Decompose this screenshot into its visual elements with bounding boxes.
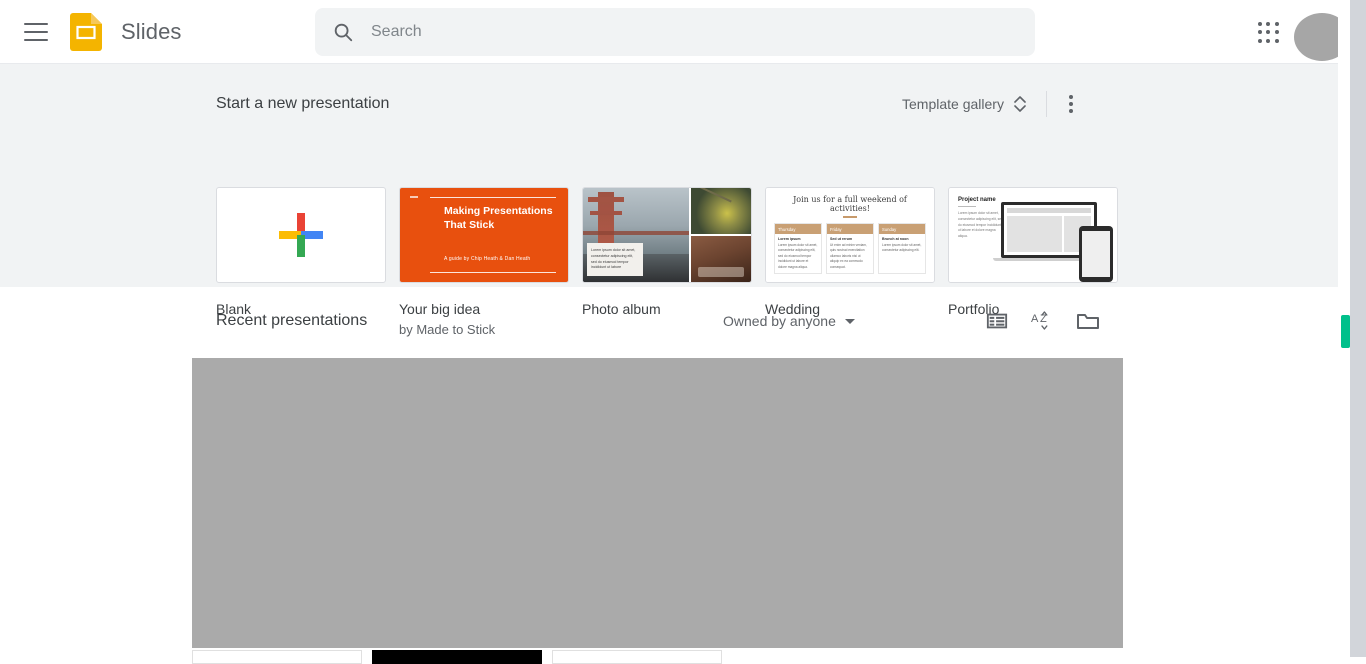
column-body: Lorem ipsum dolor sit amet, consectetur … [778, 243, 818, 269]
template-thumbnail[interactable]: Making Presentations That Stick A guide … [399, 187, 569, 283]
bridge-deck [583, 231, 689, 236]
templates-header: Start a new presentation Template galler… [216, 84, 1354, 124]
schedule-columns: Thursday Lorem ipsum Lorem ipsum dolor s… [774, 223, 926, 275]
interior-photo [690, 236, 751, 282]
photo-caption: Lorem ipsum dolor sit amet, consectetur … [587, 243, 643, 276]
template-thumbnail[interactable] [216, 187, 386, 283]
slide-body: Lorem ipsum dolor sit amet, consectetur … [958, 211, 1003, 239]
template-gallery-label: Template gallery [902, 96, 1004, 112]
photo-album-slide-preview: Lorem ipsum dolor sit amet, consectetur … [583, 188, 751, 282]
template-thumbnail[interactable]: Join us for a full weekend of activities… [765, 187, 935, 283]
scrollbar-thumb[interactable] [1341, 315, 1350, 348]
recent-view-controls: A Z [986, 309, 1100, 333]
svg-text:A: A [1031, 313, 1039, 325]
template-gallery-button[interactable]: Template gallery [902, 96, 1026, 112]
recent-presentations-grid [192, 358, 1123, 648]
phone-mockup [1079, 226, 1113, 282]
schedule-column: Thursday Lorem ipsum Lorem ipsum dolor s… [774, 223, 822, 275]
section-title: Recent presentations [216, 312, 368, 329]
schedule-column: Sunday Brunch at noon Lorem ipsum dolor … [878, 223, 926, 275]
google-apps-grid-icon[interactable] [1256, 20, 1282, 46]
hamburger-menu-icon[interactable] [24, 22, 48, 41]
column-body: Lorem ipsum dolor sit amet, consectetur … [882, 243, 922, 253]
templates-actions: Template gallery [902, 87, 1081, 121]
slide-rule-top [430, 197, 556, 198]
portfolio-slide-preview: Project name Lorem ipsum dolor sit amet,… [949, 188, 1117, 282]
next-row-cards [192, 650, 722, 664]
scrollbar-track[interactable] [1350, 0, 1366, 657]
column-day: Sunday [879, 224, 925, 234]
slide-rule-bottom [430, 272, 556, 273]
slide-dash-mark [410, 196, 418, 198]
title-rule [958, 206, 976, 207]
presentation-thumbnail-placeholder[interactable] [192, 358, 1123, 648]
leaves-photo [690, 188, 751, 234]
page-title: Start a new presentation [216, 95, 390, 112]
app-header: Slides [0, 0, 1354, 64]
slide-credit: A guide by Chip Heath & Dan Heath [444, 256, 531, 262]
slide-title: Making Presentations That Stick [444, 205, 553, 232]
brand-home-link[interactable]: Slides [70, 12, 182, 51]
column-body: Ut enim ad minim veniam, quis nostrud ex… [830, 243, 867, 269]
slide-title: Join us for a full weekend of activities… [793, 195, 907, 213]
open-folder-icon[interactable] [1076, 310, 1100, 332]
owner-filter-dropdown[interactable]: Owned by anyone [723, 313, 855, 329]
column-day: Thursday [775, 224, 821, 234]
more-vert-icon[interactable] [1061, 87, 1081, 121]
column-heading: Brunch at noon [882, 237, 909, 241]
column-day: Friday [827, 224, 873, 234]
column-heading: Lorem ipsum [778, 237, 801, 241]
big-idea-slide-preview: Making Presentations That Stick A guide … [400, 188, 568, 282]
wedding-slide-preview: Join us for a full weekend of activities… [766, 188, 934, 282]
brand-name: Slides [121, 18, 182, 44]
search-icon [331, 20, 355, 44]
bridge-photo: Lorem ipsum dolor sit amet, consectetur … [583, 188, 689, 282]
start-new-presentation-section: Start a new presentation Template galler… [0, 64, 1354, 337]
search-bar[interactable] [315, 8, 1035, 56]
column-heading: Sed ut rerum [830, 237, 853, 241]
owner-filter-label: Owned by anyone [723, 313, 836, 329]
title-separator [843, 216, 857, 218]
presentation-card[interactable] [552, 650, 722, 664]
template-thumbnail[interactable]: Project name Lorem ipsum dolor sit amet,… [948, 187, 1118, 283]
photo-stack [689, 188, 751, 282]
chevron-down-icon [844, 318, 855, 324]
recent-presentations-header: Recent presentations Owned by anyone A Z [216, 299, 1354, 343]
schedule-column: Friday Sed ut rerum Ut enim ad minim ven… [826, 223, 874, 275]
chevron-up-down-icon [1014, 96, 1026, 112]
list-view-icon[interactable] [986, 310, 1008, 332]
sort-az-icon[interactable]: A Z [1030, 309, 1054, 333]
vertical-divider [1045, 91, 1047, 117]
search-input[interactable] [371, 23, 1019, 41]
presentation-card[interactable] [372, 650, 542, 664]
presentation-card[interactable] [192, 650, 362, 664]
template-thumbnail[interactable]: Lorem ipsum dolor sit amet, consectetur … [582, 187, 752, 283]
google-plus-icon [279, 213, 323, 257]
google-slides-logo [70, 12, 102, 51]
